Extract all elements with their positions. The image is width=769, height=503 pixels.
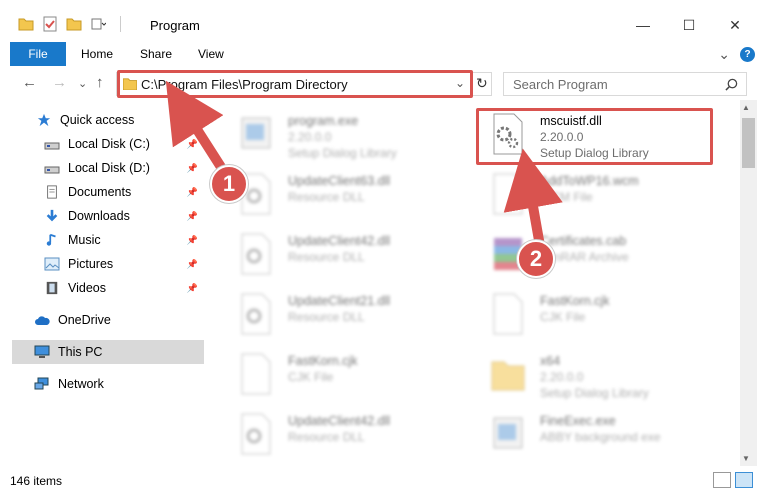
annotation-arrows: [165, 80, 563, 251]
arrow-to-selected-file: [503, 148, 563, 251]
step-2-badge: 2: [517, 240, 555, 278]
step-1-badge: 1: [210, 165, 248, 203]
